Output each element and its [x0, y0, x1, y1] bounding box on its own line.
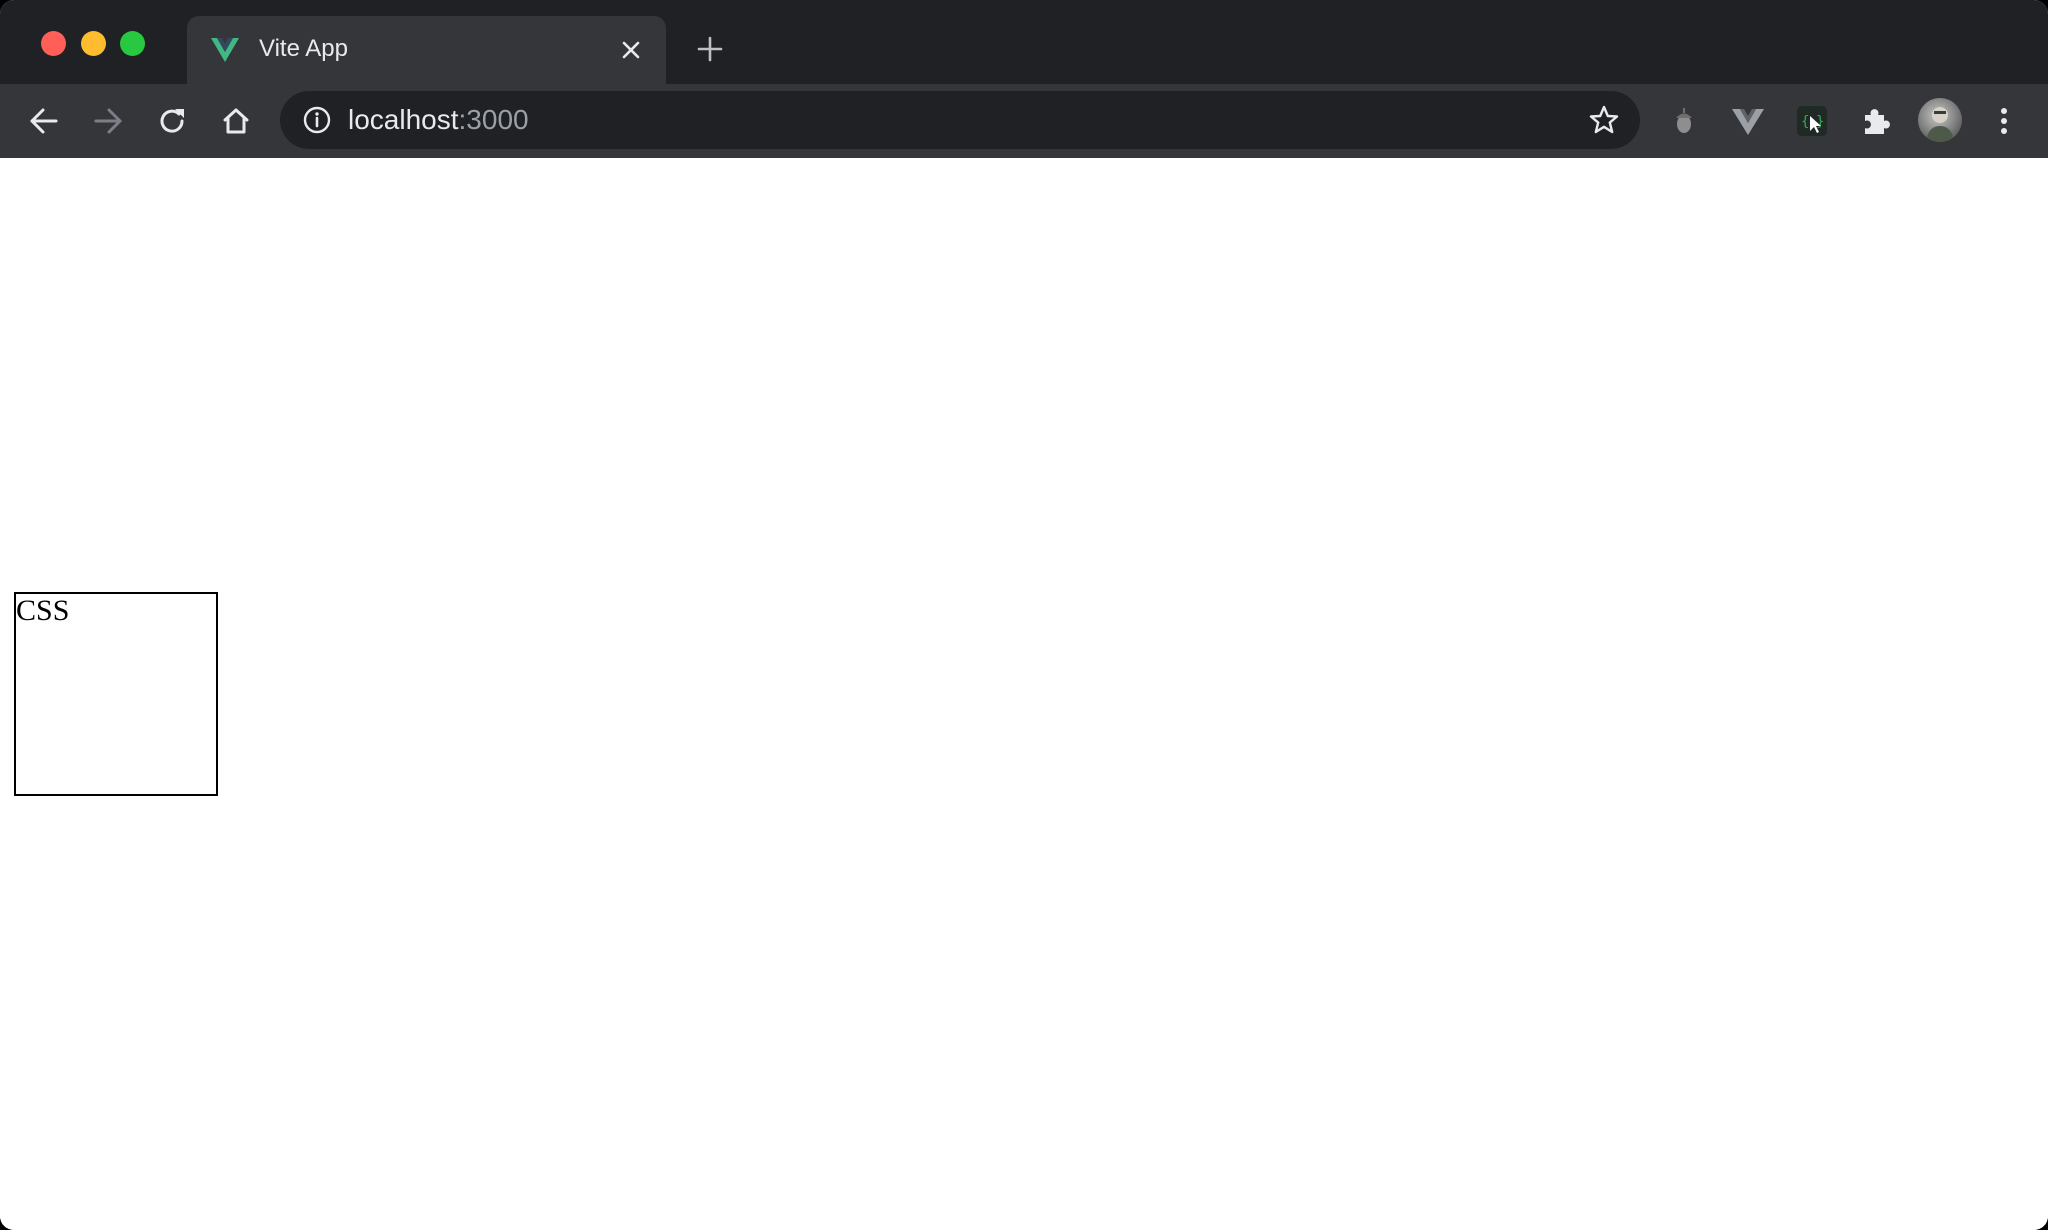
reload-icon[interactable] — [152, 101, 192, 141]
css-box: CSS — [14, 592, 218, 796]
url-text[interactable]: localhost:3000 — [348, 103, 529, 137]
page-content: CSS — [0, 158, 2048, 1230]
url-port: :3000 — [458, 104, 529, 135]
home-icon[interactable] — [216, 101, 256, 141]
vue-devtools-icon[interactable] — [1728, 101, 1768, 141]
bookmark-star-icon[interactable] — [1588, 104, 1620, 136]
more-menu-icon[interactable] — [1984, 101, 2024, 141]
url-host: localhost — [348, 104, 459, 135]
browser-toolbar: localhost:3000 { } — [0, 84, 2048, 159]
new-tab-button[interactable] — [694, 33, 726, 65]
window-maximize-button[interactable] — [120, 31, 145, 56]
back-arrow-icon[interactable] — [24, 101, 64, 141]
window-minimize-button[interactable] — [81, 31, 106, 56]
tab-title: Vite App — [259, 35, 348, 62]
browser-window: Vite App localhost:3000 {} CSS — [0, 0, 2048, 1230]
info-icon[interactable] — [302, 105, 332, 135]
tab-strip: Vite App — [0, 0, 2048, 84]
tab-vite-app[interactable]: Vite App — [187, 16, 666, 84]
svg-text:}: } — [1816, 114, 1824, 130]
acorn-extension-icon[interactable] — [1664, 101, 1704, 141]
puzzle-icon[interactable] — [1856, 101, 1896, 141]
svg-text:{: { — [1801, 114, 1809, 130]
avatar-image — [1926, 107, 1954, 142]
forward-arrow-icon[interactable] — [88, 101, 128, 141]
address-bar[interactable]: localhost:3000 — [280, 91, 1640, 149]
vue-logo-icon — [211, 38, 239, 62]
selector-extension-icon[interactable]: { } — [1792, 101, 1832, 141]
profile-avatar[interactable] — [1918, 98, 1962, 142]
window-close-button[interactable] — [41, 31, 66, 56]
close-icon[interactable] — [617, 36, 645, 64]
